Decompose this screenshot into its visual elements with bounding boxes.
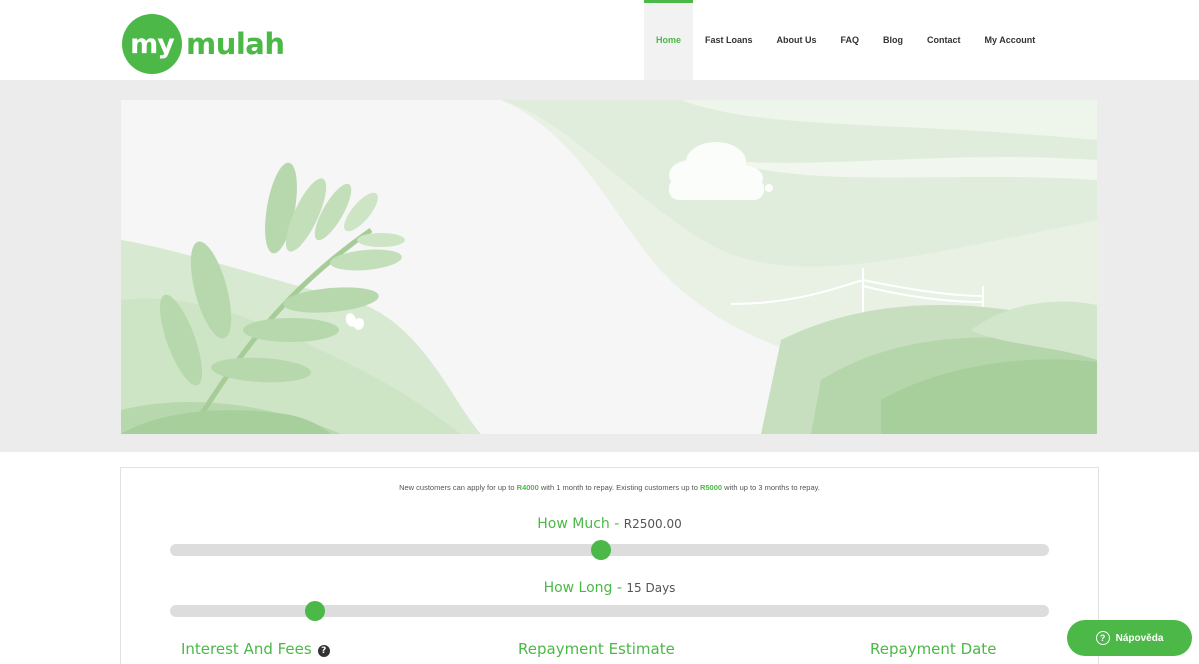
duration-slider[interactable] (170, 601, 1049, 621)
loan-calculator: New customers can apply for up to R4000 … (120, 467, 1099, 664)
repayment-date-heading: Repayment Date (870, 640, 997, 658)
nav-contact[interactable]: Contact (915, 0, 973, 80)
nav-fast-loans[interactable]: Fast Loans (693, 0, 765, 80)
amount-label-text: How Much (537, 516, 610, 532)
main-nav: Home Fast Loans About Us FAQ Blog Contac… (644, 0, 1047, 80)
repayment-estimate-heading: Repayment Estimate (518, 640, 675, 658)
amount-separator: - (609, 516, 624, 532)
nav-blog[interactable]: Blog (871, 0, 915, 80)
nav-faq[interactable]: FAQ (829, 0, 872, 80)
question-circle-icon: ? (1095, 631, 1110, 645)
interest-fees-label: Interest And Fees (181, 640, 312, 658)
amount-label: How Much - R2500.00 (121, 516, 1098, 532)
question-circle-icon[interactable]: ? (317, 645, 330, 657)
amount-slider-handle[interactable] (590, 540, 611, 560)
duration-separator: - (612, 580, 627, 596)
nav-my-account[interactable]: My Account (973, 0, 1048, 80)
duration-label-text: How Long (543, 580, 613, 596)
landscape-illustration (121, 100, 1097, 434)
intro-amount-new: R4000 (516, 483, 539, 492)
nav-about-us[interactable]: About Us (765, 0, 829, 80)
hero-illustration (121, 100, 1097, 434)
nav-home[interactable]: Home (644, 0, 694, 80)
site-logo[interactable]: my mulah (122, 14, 285, 74)
interest-fees-heading: Interest And Fees? (181, 640, 330, 658)
intro-text-1: New customers can apply for up to (399, 483, 517, 492)
logo-wordmark: mulah (186, 27, 285, 61)
intro-text-3: with up to 3 months to repay. (722, 483, 820, 492)
logo-circle: my (122, 14, 182, 74)
duration-value: 15 Days (626, 581, 676, 595)
amount-slider[interactable] (170, 540, 1049, 560)
intro-text-2: with 1 month to repay. Existing customer… (538, 483, 700, 492)
help-label: Nápověda (1115, 632, 1164, 644)
duration-label: How Long - 15 Days (121, 580, 1098, 596)
amount-value: R2500.00 (623, 517, 682, 531)
site-header: my mulah Home Fast Loans About Us FAQ Bl… (0, 0, 1199, 80)
duration-slider-handle[interactable] (305, 601, 326, 621)
help-button[interactable]: ? Nápověda (1067, 620, 1192, 656)
loan-intro-text: New customers can apply for up to R4000 … (121, 483, 1098, 492)
intro-amount-existing: R5000 (699, 483, 723, 492)
